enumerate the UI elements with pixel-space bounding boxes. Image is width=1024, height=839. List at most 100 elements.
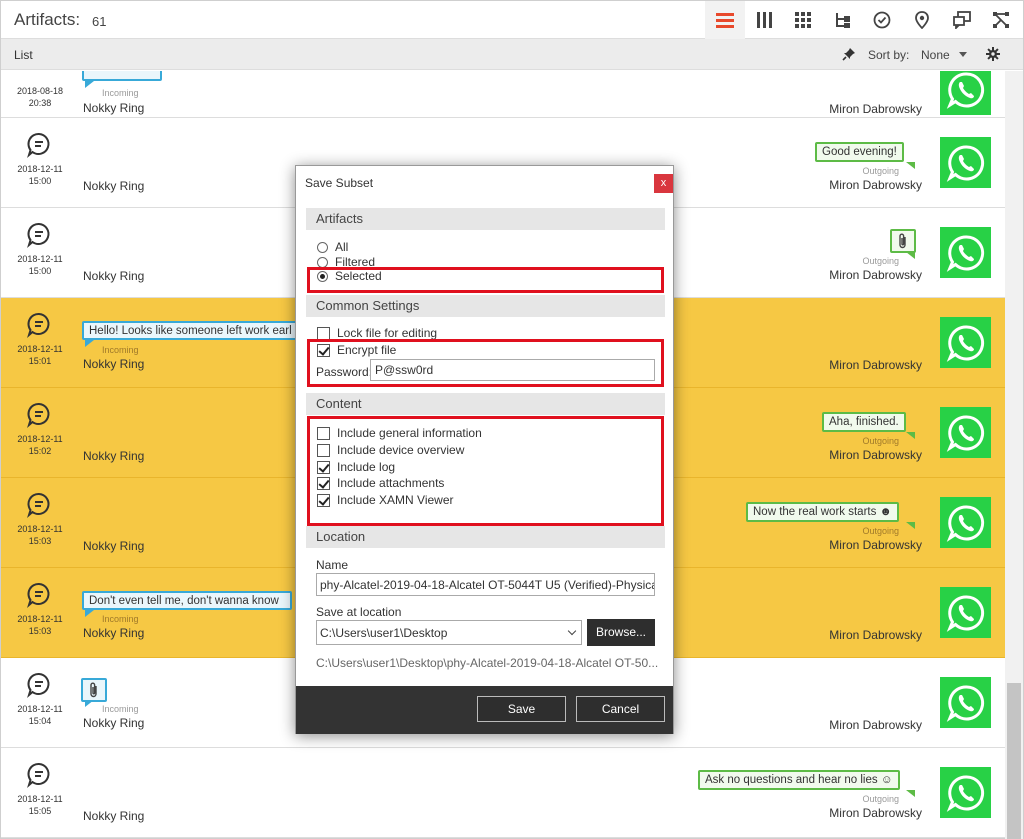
vertical-scrollbar[interactable]	[1005, 71, 1023, 839]
grid-view-icon	[795, 12, 811, 28]
graph-view-button[interactable]	[981, 1, 1021, 39]
chat-bubble-icon	[26, 312, 52, 341]
emoji-icon: ☻	[879, 506, 892, 518]
save-location-label: Save at location	[316, 605, 402, 619]
timestamp: 2018-12-11 15:03	[17, 614, 63, 636]
radio-all[interactable]: All	[317, 240, 348, 254]
radio-button[interactable]	[317, 256, 328, 268]
timestamp: 2018-12-11 15:00	[17, 254, 63, 276]
list-view-button[interactable]	[705, 1, 745, 39]
list-toolbar: List Sort by: None	[1, 39, 1023, 70]
timestamp: 2018-12-11 15:01	[17, 344, 63, 366]
whatsapp-icon	[940, 677, 991, 728]
message-bubble: Hello! Looks like someone left work earl	[82, 321, 298, 340]
lock-file-checkbox[interactable]: Lock file for editing	[317, 326, 437, 340]
chevron-down-icon	[567, 626, 577, 636]
chat-view-button[interactable]	[942, 1, 982, 39]
direction-label: Outgoing	[862, 794, 899, 804]
map-view-button[interactable]	[902, 1, 942, 39]
paperclip-icon	[90, 682, 97, 698]
timeline-view-button[interactable]	[862, 1, 902, 39]
pin-icon[interactable]	[842, 47, 856, 64]
name-label: Name	[316, 558, 349, 572]
chat-bubble-icon	[26, 582, 52, 611]
whatsapp-icon	[940, 227, 991, 278]
gear-icon[interactable]	[986, 47, 1000, 64]
message-bubble: Now the real work starts ☻	[746, 502, 899, 522]
timestamp: 2018-12-11 15:03	[17, 524, 63, 546]
list-label: List	[14, 48, 33, 62]
message-bubble	[82, 71, 162, 81]
close-button[interactable]: x	[654, 174, 673, 193]
cancel-button[interactable]: Cancel	[576, 696, 665, 722]
graph-nodes-icon	[993, 12, 1009, 28]
sort-by-label: Sort by:	[868, 48, 910, 62]
direction-label: Outgoing	[862, 526, 899, 536]
direction-label: Incoming	[102, 88, 139, 98]
receiver-name: Miron Dabrowsky	[829, 538, 922, 552]
receiver-name: Miron Dabrowsky	[829, 358, 922, 372]
chat-bubble-icon	[26, 222, 52, 251]
save-button[interactable]: Save	[477, 696, 566, 722]
dialog-footer: Save Cancel	[296, 686, 673, 734]
content-section-heading: Content	[306, 393, 665, 415]
tree-view-icon	[836, 13, 850, 28]
scrollbar-thumb[interactable]	[1007, 683, 1021, 839]
timestamp: 2018-12-11 15:04	[17, 704, 63, 726]
sender-name: Nokky Ring	[83, 539, 145, 553]
save-subset-dialog: Save Subset x Artifacts All Filtered Sel…	[295, 165, 674, 734]
receiver-name: Miron Dabrowsky	[829, 178, 922, 192]
whatsapp-icon	[940, 497, 991, 548]
header-bar: Artifacts: 61	[1, 1, 1023, 39]
browse-button[interactable]: Browse...	[587, 619, 655, 646]
message-bubble: Good evening!	[815, 142, 904, 162]
paperclip-icon	[899, 233, 906, 249]
list-item[interactable]: 2018-12-11 15:05 Nokky Ring Ask no questi…	[1, 748, 1005, 838]
sender-name: Nokky Ring	[83, 716, 145, 730]
chat-bubble-icon	[26, 672, 52, 701]
radio-button[interactable]	[317, 241, 328, 253]
chat-bubble-icon	[26, 762, 52, 791]
attachment-bubble[interactable]	[81, 678, 107, 702]
direction-label: Incoming	[102, 345, 139, 355]
artifact-count: 61	[92, 14, 107, 29]
common-settings-heading: Common Settings	[306, 295, 665, 317]
whatsapp-icon	[940, 137, 991, 188]
column-view-icon	[757, 12, 772, 28]
direction-label: Outgoing	[862, 166, 899, 176]
column-view-button[interactable]	[745, 1, 785, 39]
grid-view-button[interactable]	[783, 1, 823, 39]
chevron-down-icon[interactable]	[959, 52, 967, 57]
clock-check-icon	[873, 11, 891, 29]
list-view-icon	[716, 13, 734, 28]
chat-bubble-icon	[26, 132, 52, 161]
path-preview: C:\Users\user1\Desktop\phy-Alcatel-2019-…	[316, 656, 659, 670]
receiver-name: Miron Dabrowsky	[829, 628, 922, 642]
timestamp: 2018-08-18 20:38	[16, 86, 64, 108]
whatsapp-icon	[940, 71, 991, 115]
whatsapp-icon	[940, 767, 991, 818]
name-field[interactable]: phy-Alcatel-2019-04-18-Alcatel OT-5044T …	[316, 573, 655, 596]
page-title: Artifacts:	[14, 10, 81, 29]
list-item[interactable]: Incoming 2018-08-18 20:38 Nokky Ring Miro…	[1, 71, 1005, 118]
sender-name: Nokky Ring	[83, 809, 145, 823]
receiver-name: Miron Dabrowsky	[829, 448, 922, 462]
dialog-title: Save Subset	[305, 176, 374, 190]
save-location-dropdown[interactable]: C:\Users\user1\Desktop	[316, 620, 582, 645]
sender-name: Nokky Ring	[83, 626, 145, 640]
whatsapp-icon	[940, 407, 991, 458]
sort-by-dropdown[interactable]: None	[921, 48, 950, 62]
tree-view-button[interactable]	[823, 1, 863, 39]
app-window: Artifacts: 61 List Sort by: None Incomin…	[0, 0, 1024, 839]
emoji-icon: ☺	[880, 774, 893, 786]
location-pin-icon	[915, 11, 929, 29]
receiver-name: Miron Dabrowsky	[829, 102, 922, 116]
timestamp: 2018-12-11 15:02	[17, 434, 63, 456]
sender-name: Nokky Ring	[83, 357, 145, 371]
sender-name: Nokky Ring	[83, 269, 145, 283]
chat-bubble-icon	[26, 402, 52, 431]
chat-bubble-icon	[26, 492, 52, 521]
checkbox[interactable]	[317, 326, 330, 340]
receiver-name: Miron Dabrowsky	[829, 268, 922, 282]
attachment-bubble[interactable]	[890, 229, 916, 253]
